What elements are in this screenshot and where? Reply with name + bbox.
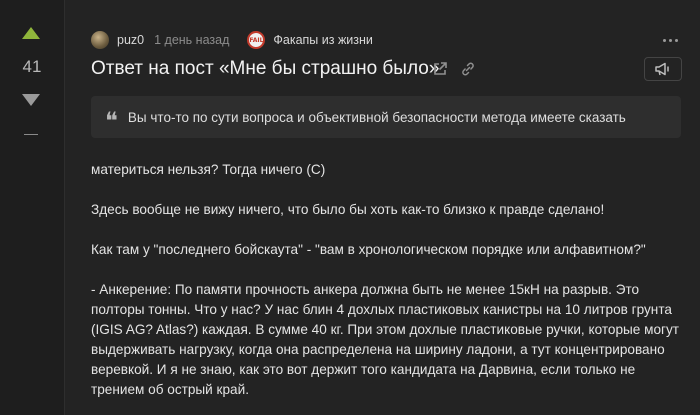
quote-text: Вы что-то по сути вопроса и объективной … <box>127 109 626 125</box>
link-icon[interactable] <box>461 62 475 76</box>
rating-count: 41 <box>22 57 42 76</box>
quote-icon: ❝ <box>105 107 118 135</box>
body-paragraph: материться нельзя? Тогда ничего (С) <box>91 162 326 177</box>
community-icon[interactable]: FAIL <box>247 31 266 49</box>
report-button[interactable] <box>644 57 682 81</box>
avatar[interactable] <box>91 31 109 49</box>
collapse-button[interactable] <box>24 134 38 135</box>
body-paragraph: Как там у "последнего бойскаута" - "вам … <box>91 242 646 257</box>
arrow-down-icon[interactable] <box>22 94 40 106</box>
community-name[interactable]: Факапы из жизни <box>273 33 373 47</box>
quote-block: ❝ Вы что-то по сути вопроса и объективно… <box>91 96 681 138</box>
body-paragraph: Здесь вообще не вижу ничего, что было бы… <box>91 202 605 217</box>
megaphone-icon <box>655 62 669 76</box>
username[interactable]: puz0 <box>117 33 144 47</box>
arrow-up-icon[interactable] <box>22 27 40 39</box>
rating-column: 41 <box>0 0 64 415</box>
content-fade <box>65 401 700 415</box>
post-time[interactable]: 1 день назад <box>154 33 229 47</box>
post-body: материться нельзя? Тогда ничего (С) Здес… <box>91 160 691 415</box>
external-link-icon[interactable] <box>433 62 447 76</box>
body-paragraph: - Анкерение: По памяти прочность анкера … <box>91 282 680 397</box>
divider <box>64 0 65 415</box>
more-icon[interactable] <box>663 39 678 42</box>
post-meta: puz0 1 день назад FAIL Факапы из жизни <box>91 30 373 50</box>
post-title[interactable]: Ответ на пост «Мне бы страшно было» <box>91 58 439 80</box>
